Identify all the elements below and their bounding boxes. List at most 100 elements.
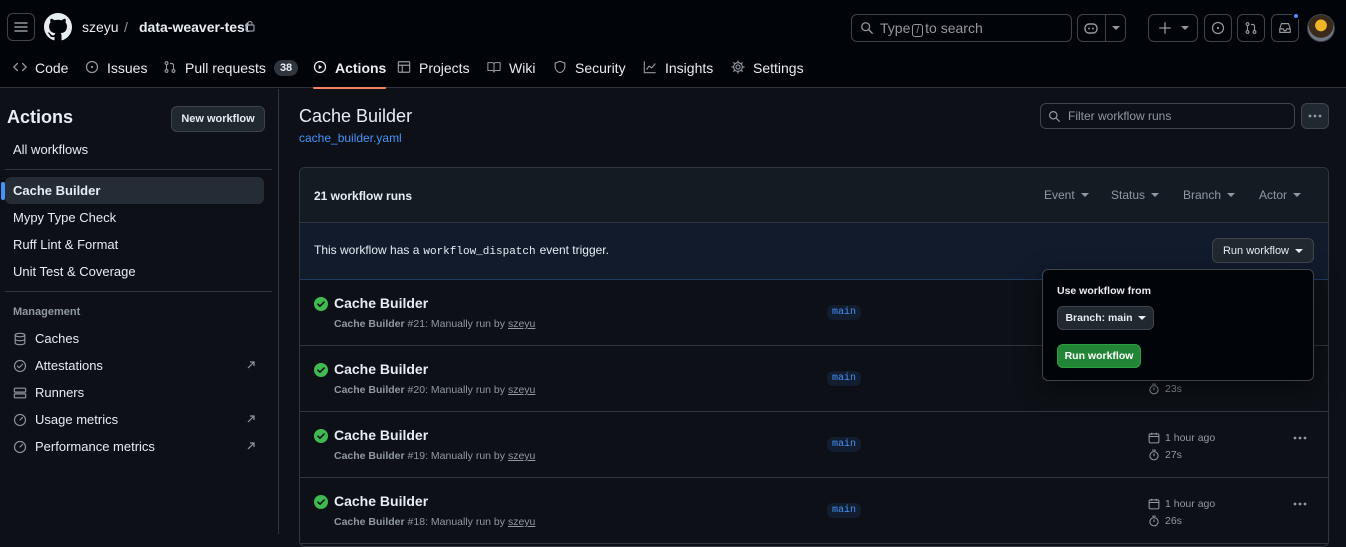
meter-icon	[13, 440, 27, 453]
calendar-icon	[1148, 498, 1160, 510]
hamburger-icon	[14, 22, 28, 32]
sidebar-item-runners[interactable]: Runners	[5, 379, 264, 406]
branch-label[interactable]: main	[827, 437, 862, 452]
run-title[interactable]: Cache Builder	[334, 295, 428, 311]
menu-button[interactable]	[7, 13, 35, 41]
run-trigger: : Manually run by	[425, 384, 506, 396]
shield-icon	[554, 60, 566, 74]
tab-security[interactable]: Security	[553, 55, 626, 88]
kebab-horizontal-icon[interactable]	[1293, 436, 1307, 440]
book-icon	[487, 62, 501, 73]
run-workflow-button[interactable]: Run workflow	[1212, 238, 1314, 263]
filter-status-dropdown[interactable]: Status	[1111, 188, 1160, 202]
sidebar-title: Actions	[7, 107, 74, 127]
workflow-file-link[interactable]: cache_builder.yaml	[299, 131, 402, 145]
code-icon	[13, 62, 27, 72]
branch-label[interactable]: main	[827, 371, 862, 386]
sidebar-item-attestations[interactable]: Attestations	[5, 352, 264, 379]
filter-label: Status	[1111, 188, 1146, 202]
sidebar-item-usage-metrics[interactable]: Usage metrics	[5, 406, 264, 433]
run-number: #18	[407, 516, 426, 528]
pull-requests-button[interactable]	[1237, 14, 1265, 42]
global-search[interactable]: Type / to search	[851, 14, 1072, 42]
sidebar-item-mypy-type-check[interactable]: Mypy Type Check	[5, 204, 264, 231]
run-workflow-name: Cache Builder	[334, 516, 405, 528]
sidebar-divider	[5, 169, 272, 170]
github-logo[interactable]	[44, 13, 72, 41]
branch-label[interactable]: main	[827, 305, 862, 320]
plus-icon	[1158, 22, 1171, 34]
sidebar-item-ruff-lint-format[interactable]: Ruff Lint & Format	[5, 231, 264, 258]
search-shortcut-key: /	[912, 23, 924, 37]
run-actor-link[interactable]: szeyu	[508, 516, 535, 528]
tab-pull-requests[interactable]: Pull requests 38	[163, 55, 299, 88]
run-actor-link[interactable]: szeyu	[508, 318, 535, 330]
tab-settings[interactable]: Settings	[731, 55, 804, 88]
chevron-down-icon	[1295, 248, 1304, 253]
run-trigger: : Manually run by	[425, 450, 506, 462]
issues-button[interactable]	[1204, 14, 1232, 42]
gear-icon	[731, 60, 745, 74]
database-icon	[14, 332, 26, 345]
filter-branch-dropdown[interactable]: Branch	[1183, 188, 1236, 202]
sidebar-item-cache-builder[interactable]: Cache Builder	[1, 177, 264, 204]
breadcrumb-repo[interactable]: data-weaver-test	[139, 19, 250, 35]
run-title[interactable]: Cache Builder	[334, 361, 428, 377]
sidebar-item-unit-test-coverage[interactable]: Unit Test & Coverage	[5, 258, 264, 285]
tab-label: Issues	[107, 60, 148, 76]
breadcrumb-owner[interactable]: szeyu	[82, 19, 119, 35]
branch-select-button[interactable]: Branch: main	[1057, 306, 1154, 330]
user-avatar[interactable]	[1307, 14, 1335, 42]
workflow-run-row[interactable]: Cache Builder Cache Builder #19: Manuall…	[300, 412, 1328, 478]
repo-tabs: Code Issues Pull requests 38 Actions Pro…	[0, 55, 1346, 89]
popover-title: Use workflow from	[1057, 285, 1151, 297]
run-actor-link[interactable]: szeyu	[508, 450, 535, 462]
create-new-button[interactable]	[1148, 14, 1198, 42]
copilot-button[interactable]	[1077, 14, 1126, 42]
calendar-icon	[1148, 432, 1160, 444]
github-icon	[44, 13, 72, 41]
workflow-run-row[interactable]: Cache Builder Cache Builder #18: Manuall…	[300, 478, 1328, 544]
filter-event-dropdown[interactable]: Event	[1044, 188, 1089, 202]
tab-wiki[interactable]: Wiki	[487, 55, 535, 88]
new-workflow-button[interactable]: New workflow	[171, 106, 265, 132]
success-check-icon	[314, 297, 328, 311]
kebab-horizontal-icon[interactable]	[1293, 502, 1307, 506]
branch-label[interactable]: main	[827, 503, 862, 518]
runs-count: 21 workflow runs	[314, 189, 413, 203]
run-actor-link[interactable]: szeyu	[508, 384, 535, 396]
run-duration: 23s	[1148, 383, 1182, 395]
notification-dot	[1292, 12, 1300, 20]
confirm-run-workflow-button[interactable]: Run workflow	[1057, 344, 1141, 368]
issue-icon	[1211, 21, 1225, 35]
chevron-down-icon	[1112, 26, 1120, 30]
lock-icon	[245, 20, 255, 32]
sidebar-item-caches[interactable]: Caches	[5, 325, 264, 352]
timestamp-text: 1 hour ago	[1165, 498, 1216, 510]
dispatch-event-code: workflow_dispatch	[423, 246, 536, 258]
runs-list-header: 21 workflow runs Event Status Branch Act…	[300, 168, 1328, 223]
more-options-button[interactable]	[1301, 103, 1329, 129]
sidebar-item-all-workflows[interactable]: All workflows	[5, 136, 264, 163]
duration-text: 26s	[1165, 515, 1182, 527]
external-link-icon	[247, 442, 255, 450]
stopwatch-icon	[1149, 515, 1159, 527]
tab-issues[interactable]: Issues	[85, 55, 147, 88]
run-title[interactable]: Cache Builder	[334, 427, 428, 443]
tab-code[interactable]: Code	[13, 55, 68, 88]
filter-label: Actor	[1259, 188, 1288, 202]
pull-request-icon	[164, 61, 176, 73]
filter-placeholder: Filter workflow runs	[1068, 109, 1172, 123]
tab-label: Settings	[753, 60, 804, 76]
sidebar-item-label: Performance metrics	[35, 439, 155, 454]
tab-projects[interactable]: Projects	[397, 55, 470, 88]
verified-icon	[13, 359, 27, 372]
filter-actor-dropdown[interactable]: Actor	[1259, 188, 1302, 202]
tab-actions[interactable]: Actions	[313, 55, 387, 89]
tab-insights[interactable]: Insights	[643, 55, 713, 88]
run-title[interactable]: Cache Builder	[334, 493, 428, 509]
filter-workflow-runs-input[interactable]: Filter workflow runs	[1040, 103, 1295, 129]
duration-text: 23s	[1165, 383, 1182, 395]
sidebar-item-performance-metrics[interactable]: Performance metrics	[5, 433, 264, 460]
sidebar-item-label: Runners	[35, 385, 85, 400]
